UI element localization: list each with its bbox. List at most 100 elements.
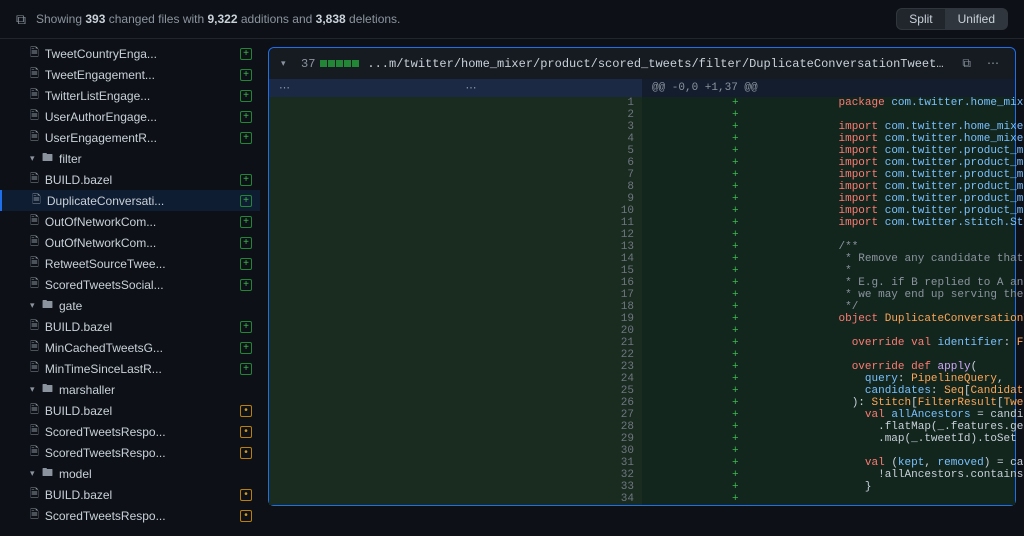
tree-file[interactable]: 🗎BUILD.bazel+ bbox=[0, 316, 260, 337]
code-content[interactable]: candidates: Seq[CandidateWithFeatures[Tw… bbox=[829, 385, 1016, 397]
chevron-down-icon[interactable]: ▾ bbox=[281, 59, 293, 69]
tree-folder[interactable]: ▾🖿gate bbox=[0, 295, 260, 316]
code-line: 18+ */ bbox=[269, 301, 1015, 313]
tree-file[interactable]: 🗎BUILD.bazel+ bbox=[0, 169, 260, 190]
file-name: OutOfNetworkCom... bbox=[45, 215, 236, 229]
code-content[interactable]: .map(_.tweetId).toSet bbox=[829, 433, 1016, 445]
line-number-old bbox=[269, 109, 456, 121]
diff-content[interactable]: ▾ 37 ...m/twitter/home_mixer/product/sco… bbox=[260, 39, 1024, 536]
code-line: 26+ ): Stitch[FilterResult[TweetCandidat… bbox=[269, 397, 1015, 409]
code-content[interactable]: import com.twitter.product_mixer.core.fu… bbox=[829, 169, 1016, 181]
code-line: 32+ !allAncestors.contains(CandidatesUti… bbox=[269, 469, 1015, 481]
tree-file[interactable]: 🗎UserEngagementR...+ bbox=[0, 127, 260, 148]
code-content[interactable]: object DuplicateConversationTweetsFilter… bbox=[829, 313, 1016, 325]
unified-button[interactable]: Unified bbox=[946, 8, 1008, 30]
code-content[interactable]: * bbox=[829, 265, 1016, 277]
diff-marker: + bbox=[642, 493, 829, 505]
code-content[interactable]: !allAncestors.contains(CandidatesUtil.ge… bbox=[829, 469, 1016, 481]
file-icon: 🗎 bbox=[30, 44, 39, 63]
tree-file[interactable]: 🗎ScoredTweetsRespo...• bbox=[0, 442, 260, 463]
kebab-icon[interactable]: ⋯ bbox=[983, 56, 1003, 71]
tree-file[interactable]: 🗎OutOfNetworkCom...+ bbox=[0, 232, 260, 253]
line-number-old bbox=[269, 385, 456, 397]
tree-file[interactable]: 🗎TweetCountryEnga...+ bbox=[0, 43, 260, 64]
file-path: ...m/twitter/home_mixer/product/scored_t… bbox=[367, 57, 950, 71]
file-name: UserEngagementR... bbox=[45, 131, 236, 145]
file-tree-sidebar[interactable]: 🗎TweetCountryEnga...+🗎TweetEngagement...… bbox=[0, 39, 260, 536]
tree-file[interactable]: 🗎ScoredTweetsRespo...• bbox=[0, 505, 260, 526]
tree-file[interactable]: 🗎UserAuthorEngage...+ bbox=[0, 106, 260, 127]
code-content[interactable] bbox=[829, 325, 1016, 337]
code-content[interactable]: override def apply( bbox=[829, 361, 1016, 373]
folder-name: filter bbox=[59, 152, 252, 166]
line-number-old bbox=[269, 409, 456, 421]
sidebar-toggle-icon[interactable]: ⧉ bbox=[16, 11, 26, 28]
code-content[interactable]: .flatMap(_.features.getOrElse(AncestorsF… bbox=[829, 421, 1016, 433]
code-line: 29+ .map(_.tweetId).toSet bbox=[269, 433, 1015, 445]
diff-marker: + bbox=[642, 325, 829, 337]
code-content[interactable]: import com.twitter.home_mixer.model.Home… bbox=[829, 121, 1016, 133]
line-number-new: 17 bbox=[456, 289, 643, 301]
copy-icon[interactable]: ⧉ bbox=[958, 57, 975, 71]
file-icon: 🗎 bbox=[30, 485, 39, 504]
code-content[interactable]: import com.twitter.product_mixer.compone… bbox=[829, 145, 1016, 157]
tree-file[interactable]: 🗎ScoredTweetsSocial...+ bbox=[0, 274, 260, 295]
code-line: 4+import com.twitter.home_mixer.util.Can… bbox=[269, 133, 1015, 145]
diff-marker: + bbox=[642, 109, 829, 121]
tree-file[interactable]: 🗎BUILD.bazel• bbox=[0, 400, 260, 421]
split-button[interactable]: Split bbox=[896, 8, 945, 30]
code-content[interactable]: val allAncestors = candidates bbox=[829, 409, 1016, 421]
diff-marker: + bbox=[642, 157, 829, 169]
tree-file[interactable]: 🗎BUILD.bazel• bbox=[0, 484, 260, 505]
code-line: 5+import com.twitter.product_mixer.compo… bbox=[269, 145, 1015, 157]
code-content[interactable]: * we may end up serving the same tweet t… bbox=[829, 289, 1016, 301]
line-number-new: 28 bbox=[456, 421, 643, 433]
code-content[interactable] bbox=[829, 109, 1016, 121]
tree-file[interactable]: 🗎RetweetSourceTwee...+ bbox=[0, 253, 260, 274]
diff-badge: • bbox=[240, 489, 252, 501]
folder-icon: 🖿 bbox=[42, 149, 53, 168]
code-content[interactable]: import com.twitter.stitch.Stitch bbox=[829, 217, 1016, 229]
code-content[interactable]: * Remove any candidate that is in the an… bbox=[829, 253, 1016, 265]
code-content[interactable]: query: PipelineQuery, bbox=[829, 373, 1016, 385]
code-line: 25+ candidates: Seq[CandidateWithFeature… bbox=[269, 385, 1015, 397]
code-content[interactable] bbox=[829, 229, 1016, 241]
tree-file[interactable]: 🗎ScoredTweetsRespo...• bbox=[0, 421, 260, 442]
line-number-new: 7 bbox=[456, 169, 643, 181]
code-content[interactable]: } bbox=[829, 481, 1016, 493]
tree-folder[interactable]: ▾🖿marshaller bbox=[0, 379, 260, 400]
code-content[interactable]: val (kept, removed) = candidates.partiti… bbox=[829, 457, 1016, 469]
code-line: 34+ bbox=[269, 493, 1015, 505]
code-line: 24+ query: PipelineQuery, bbox=[269, 373, 1015, 385]
code-content[interactable]: override val identifier: FilterIdentifie… bbox=[829, 337, 1016, 349]
diff-marker: + bbox=[642, 265, 829, 277]
code-line: 21+ override val identifier: FilterIdent… bbox=[269, 337, 1015, 349]
tree-file[interactable]: 🗎TwitterListEngage...+ bbox=[0, 85, 260, 106]
code-content[interactable]: */ bbox=[829, 301, 1016, 313]
code-content[interactable] bbox=[829, 493, 1016, 505]
code-content[interactable]: /** bbox=[829, 241, 1016, 253]
tree-folder[interactable]: ▾🖿model bbox=[0, 463, 260, 484]
tree-file[interactable]: 🗎MinCachedTweetsG...+ bbox=[0, 337, 260, 358]
diff-marker: + bbox=[642, 145, 829, 157]
code-content[interactable]: import com.twitter.product_mixer.core.pi… bbox=[829, 205, 1016, 217]
line-number-old bbox=[269, 349, 456, 361]
tree-file[interactable]: 🗎MinTimeSinceLastR...+ bbox=[0, 358, 260, 379]
line-number-new: 29 bbox=[456, 433, 643, 445]
tree-file[interactable]: 🗎TweetEngagement...+ bbox=[0, 64, 260, 85]
code-content[interactable]: * E.g. if B replied to A and D was a ret… bbox=[829, 277, 1016, 289]
code-content[interactable]: import com.twitter.product_mixer.core.mo… bbox=[829, 193, 1016, 205]
code-content[interactable]: ): Stitch[FilterResult[TweetCandidate]] … bbox=[829, 397, 1016, 409]
tree-folder[interactable]: ▾🖿filter bbox=[0, 148, 260, 169]
code-content[interactable]: import com.twitter.product_mixer.core.fu… bbox=[829, 157, 1016, 169]
chevron-down-icon: ▾ bbox=[30, 384, 42, 395]
code-content[interactable]: import com.twitter.product_mixer.core.mo… bbox=[829, 181, 1016, 193]
line-number-new: 15 bbox=[456, 265, 643, 277]
code-content[interactable]: package com.twitter.home_mixer.product.s… bbox=[829, 97, 1016, 109]
tree-file[interactable]: 🗎DuplicateConversati...+ bbox=[0, 190, 260, 211]
code-content[interactable]: import com.twitter.home_mixer.util.Candi… bbox=[829, 133, 1016, 145]
code-content[interactable] bbox=[829, 445, 1016, 457]
diffstat-block bbox=[320, 60, 327, 67]
tree-file[interactable]: 🗎OutOfNetworkCom...+ bbox=[0, 211, 260, 232]
code-content[interactable] bbox=[829, 349, 1016, 361]
